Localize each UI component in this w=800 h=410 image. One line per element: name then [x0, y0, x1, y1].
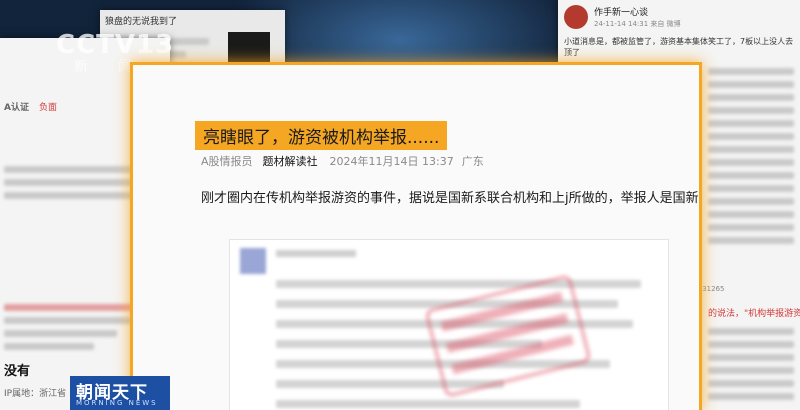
post-time: 24-11-14 14:31 来自 微博	[594, 20, 681, 28]
publish-date: 2024年11月14日 13:37	[329, 155, 454, 168]
reply-avatar	[240, 248, 266, 274]
top-card-title: 狼盘的无说我到了	[105, 17, 178, 27]
article-headline: 亮瞎眼了，游资被机构举报......	[195, 121, 448, 150]
left-headline-fragment: 没有	[4, 364, 31, 379]
ip-location: IP属地：浙江省	[4, 389, 67, 399]
right-blurred-text	[708, 62, 794, 250]
verification-tag: A认证 负面	[4, 103, 57, 113]
source-label: A股情报员	[201, 155, 253, 168]
negative-tag: 负面	[38, 103, 57, 113]
article-paragraph: 刚才圈内在传机构举报游资的事件，据说是国新系联合机构和上j所做的，举报人是国新	[201, 191, 699, 206]
publish-location: 广东	[461, 155, 484, 168]
main-article-card: 亮瞎眼了，游资被机构举报...... A股情报员 题材解读社 2024年11月14日…	[130, 62, 702, 410]
publisher-name: 题材解读社	[262, 155, 318, 168]
post-message: 小道消息是，都被监管了，游资基本集体笑工了，7板以上没人去顶了	[564, 37, 794, 57]
author-avatar	[564, 5, 588, 29]
quoted-text: 的说法，"机构举报游资	[708, 309, 800, 319]
author-name: 作手新一心谈	[594, 8, 649, 18]
morning-news-logo: 朝闻天下 MORNING NEWS	[70, 376, 170, 410]
article-meta: A股情报员 题材解读社 2024年11月14日 13:37 广东	[201, 153, 484, 169]
